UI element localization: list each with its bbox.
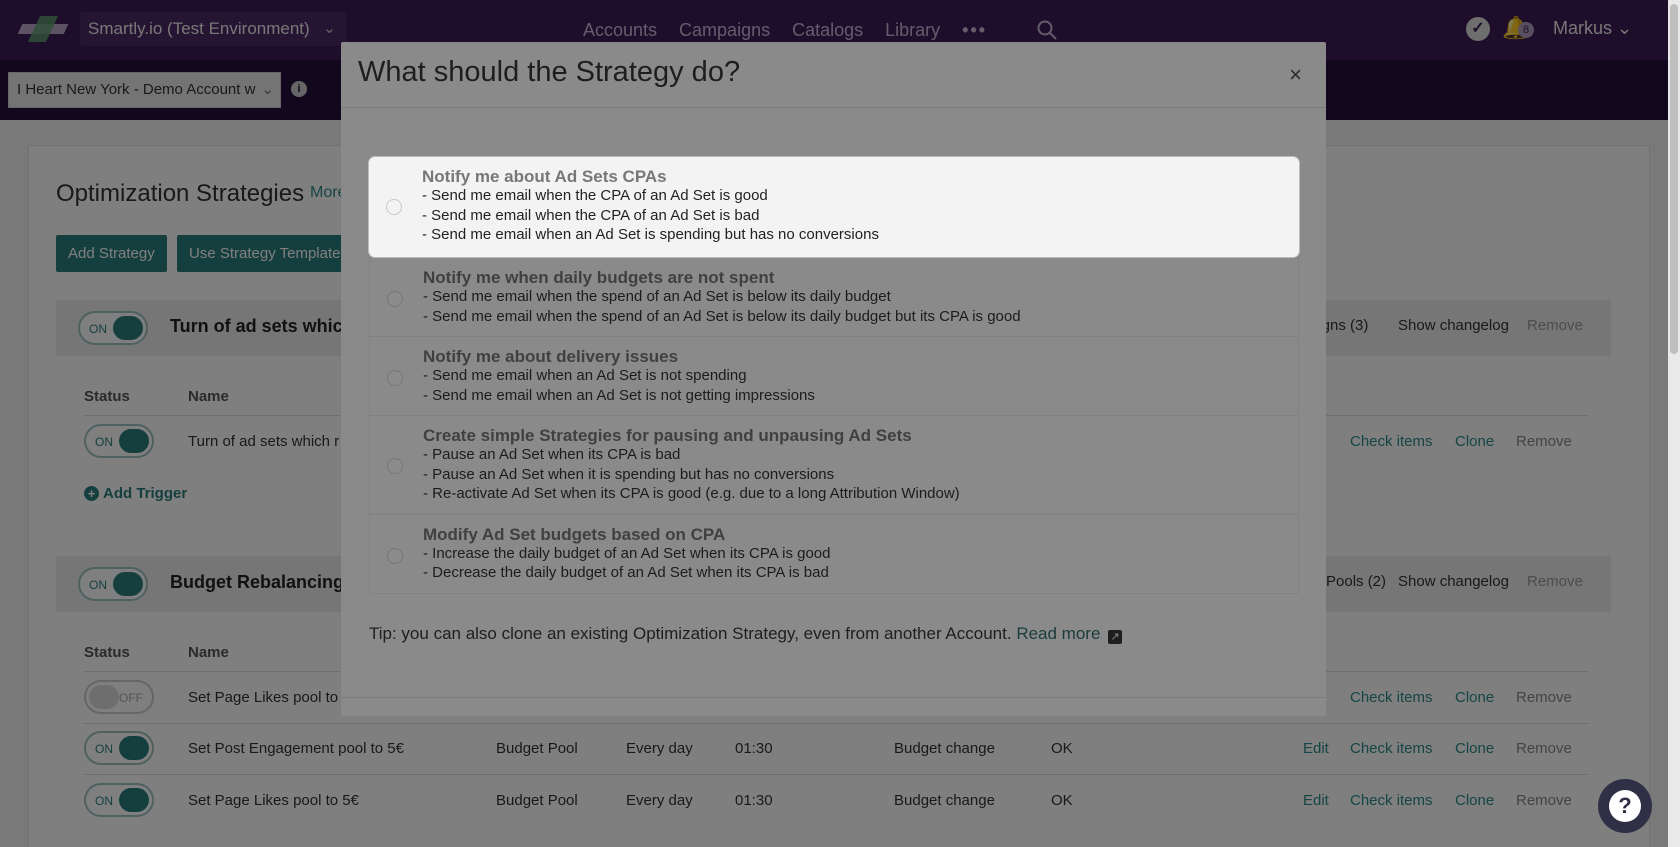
option-desc-line: - Send me email when the spend of an Ad …	[423, 288, 891, 305]
option-modify-budgets[interactable]: Modify Ad Set budgets based on CPA - Inc…	[370, 515, 1298, 593]
option-desc-line: - Increase the daily budget of an Ad Set…	[423, 544, 831, 562]
option-title: Create simple Strategies for pausing and…	[423, 426, 912, 445]
option-desc-line: - Send me email when the CPA of an Ad Se…	[422, 206, 760, 224]
option-desc-line: - Pause an Ad Set when it is spending bu…	[423, 465, 835, 483]
modal-title: What should the Strategy do?	[358, 56, 741, 88]
option-title: Notify me when daily budgets are not spe…	[423, 268, 775, 287]
read-more-link[interactable]: Read more	[1016, 624, 1100, 643]
scrollbar-thumb[interactable]	[1670, 4, 1678, 354]
external-link-icon[interactable]: ↗	[1108, 630, 1123, 644]
help-chat-button[interactable]: ?	[1598, 779, 1652, 833]
option-title: Notify me about delivery issues	[423, 347, 679, 366]
tip-text: Tip: you can also clone an existing Opti…	[369, 624, 1012, 643]
option-title: Modify Ad Set budgets based on CPA	[423, 524, 726, 544]
option-desc-line: - Decrease the daily budget of an Ad Set…	[423, 564, 829, 581]
option-title: Notify me about Ad Sets CPAs	[422, 167, 667, 186]
clone-tip: Tip: you can also clone an existing Opti…	[369, 624, 1123, 644]
modal-header: What should the Strategy do? ×	[341, 42, 1326, 108]
option-desc-line: - Send me email when an Ad Set is spendi…	[422, 226, 879, 243]
radio-button[interactable]	[386, 199, 402, 215]
close-icon[interactable]: ×	[1289, 62, 1302, 88]
option-desc-line: - Send me email when an Ad Set is not ge…	[423, 386, 815, 404]
option-pause-unpause[interactable]: Create simple Strategies for pausing and…	[370, 416, 1298, 515]
radio-button[interactable]	[387, 458, 403, 474]
radio-button[interactable]	[387, 547, 403, 564]
option-daily-budgets[interactable]: Notify me when daily budgets are not spe…	[370, 258, 1298, 337]
question-mark-icon: ?	[1609, 790, 1641, 822]
strategy-type-modal: What should the Strategy do? × Notify me…	[341, 42, 1326, 716]
option-desc-line: - Re-activate Ad Set when its CPA is goo…	[423, 485, 960, 502]
option-desc-line: - Send me email when the spend of an Ad …	[423, 307, 1021, 325]
option-ad-sets-cpas[interactable]: Notify me about Ad Sets CPAs - Send me e…	[369, 157, 1299, 257]
option-desc-line: - Pause an Ad Set when its CPA is bad	[423, 446, 681, 463]
option-desc-line: - Send me email when the CPA of an Ad Se…	[422, 187, 768, 204]
option-desc-line: - Send me email when an Ad Set is not sp…	[423, 367, 747, 384]
radio-button[interactable]	[387, 370, 403, 386]
option-delivery-issues[interactable]: Notify me about delivery issues - Send m…	[370, 337, 1298, 416]
radio-button[interactable]	[387, 291, 403, 307]
modal-footer-divider	[341, 697, 1326, 698]
page-scrollbar[interactable]	[1668, 0, 1680, 847]
